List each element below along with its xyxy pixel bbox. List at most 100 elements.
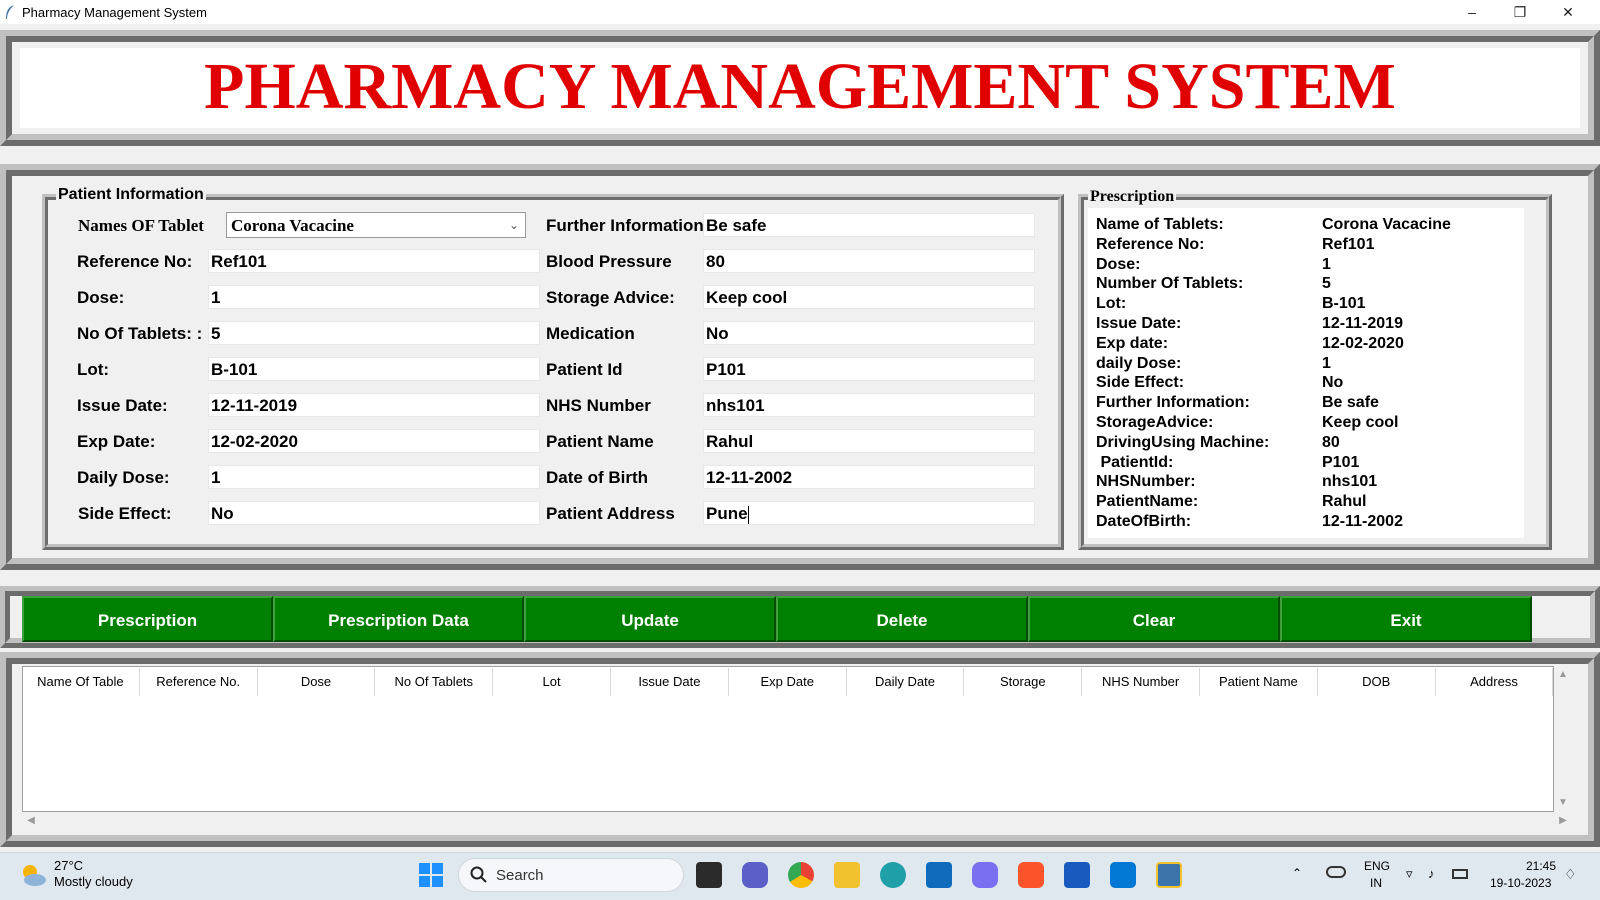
storage-advice-label: Storage Advice: [546,288,675,307]
lot-input[interactable]: B-101 [208,357,540,381]
clear-button[interactable]: Clear [1028,596,1280,642]
horizontal-scrollbar[interactable]: ◀ ▶ [22,812,1572,830]
medication-input[interactable]: No [703,321,1035,345]
exp-date-input[interactable]: 12-02-2020 [208,429,540,453]
scroll-left-icon[interactable]: ◀ [22,812,40,830]
delete-button[interactable]: Delete [776,596,1028,642]
dose-input[interactable]: 1 [208,285,540,309]
chevron-up-icon[interactable]: ⌃ [1292,866,1302,880]
prescription-value: No [1322,374,1344,392]
page-title: PHARMACY MANAGEMENT SYSTEM [204,50,1396,123]
table-column-header[interactable]: Address [1436,668,1554,696]
chevron-down-icon[interactable]: ⌄ [506,216,522,234]
battery-icon[interactable] [1452,869,1468,879]
teams-chat-icon[interactable] [742,862,768,888]
scroll-up-icon[interactable]: ▲ [1554,666,1572,684]
volume-icon[interactable]: ♪ [1428,866,1435,881]
text-cursor [747,505,749,524]
window-title: Pharmacy Management System [22,5,207,20]
windows-start-icon[interactable] [418,862,444,888]
date-of-birth-input[interactable]: 12-11-2002 [703,465,1035,489]
prescription-key: Further Information: [1096,394,1250,412]
region-indicator: IN [1370,876,1382,890]
taskbar-search-box[interactable] [458,858,684,892]
storage-advice-input[interactable]: Keep cool [703,285,1035,309]
table-column-header[interactable]: Storage [964,668,1083,696]
search-placeholder: Search [496,867,544,884]
nhs-number-label: NHS Number [546,396,651,415]
patient-name-input[interactable]: Rahul [703,429,1035,453]
brave-icon[interactable] [1018,862,1044,888]
prescription-value: 12-02-2020 [1322,334,1404,352]
issue-date-input[interactable]: 12-11-2019 [208,393,540,417]
prescription-value: Ref101 [1322,235,1375,253]
copilot-icon[interactable] [972,862,998,888]
side-effect-label: Side Effect: [78,504,172,523]
prescription-key: Lot: [1096,295,1127,313]
no-of-tablets-input[interactable]: 5 [208,321,540,345]
prescription-value: B-101 [1322,295,1366,313]
further-information-input[interactable]: Be safe [703,213,1035,237]
prescription-legend: Prescription [1088,188,1177,206]
prescription-button[interactable]: Prescription [22,596,273,642]
table-column-header[interactable]: Lot [493,668,611,696]
notification-bell-icon[interactable]: ♢ [1564,866,1577,883]
prescription-key: DrivingUsing Machine: [1096,433,1270,451]
prescription-key: PatientId: [1096,453,1174,471]
vscode-icon[interactable] [1110,862,1136,888]
patient-id-input[interactable]: P101 [703,357,1035,381]
onedrive-icon[interactable] [1326,866,1346,878]
minimize-button[interactable]: – [1448,0,1496,24]
patient-address-input[interactable]: Pune [703,501,1035,525]
python-app-icon[interactable] [1156,862,1182,888]
daily-dose-input[interactable]: 1 [208,465,540,489]
prescription-key: Side Effect: [1096,374,1185,392]
table-column-header[interactable]: NHS Number [1082,668,1200,696]
language-indicator[interactable]: ENG [1364,859,1390,873]
issue-date-label: Issue Date: [77,396,168,415]
close-button[interactable]: ✕ [1544,0,1592,24]
prescription-key: Issue Date: [1096,315,1182,332]
mail-icon[interactable] [926,862,952,888]
table-column-header[interactable]: Dose [258,668,376,696]
task-view-icon[interactable] [696,862,722,888]
clock-time[interactable]: 21:45 [1526,859,1556,873]
table-column-header[interactable]: Daily Date [847,668,965,696]
table-column-header[interactable]: Issue Date [611,668,729,696]
side-effect-input[interactable]: No [208,501,540,525]
table-column-header[interactable]: Name Of Table [22,668,140,696]
table-column-header[interactable]: Exp Date [729,668,847,696]
table-column-header[interactable]: No Of Tablets [375,668,494,696]
date-of-birth-label: Date of Birth [546,468,648,487]
chrome-icon[interactable] [788,862,814,888]
clock-date[interactable]: 19-10-2023 [1490,876,1551,890]
dose-label: Dose: [77,288,125,307]
tablet-name-select[interactable]: Corona Vacacine [226,212,526,238]
edge-icon[interactable] [880,862,906,888]
reference-no-label: Reference No: [77,252,193,271]
exp-date-label: Exp Date: [77,432,156,451]
prescription-value: Rahul [1322,493,1367,511]
vertical-scrollbar[interactable]: ▲ ▼ [1554,666,1572,812]
weather-cloudy-icon[interactable] [18,860,48,890]
scroll-down-icon[interactable]: ▼ [1554,794,1572,812]
file-explorer-icon[interactable] [834,862,860,888]
nhs-number-input[interactable]: nhs101 [703,393,1035,417]
exit-button[interactable]: Exit [1280,596,1532,642]
tablet-name-label: Names OF Tablet [78,216,204,235]
prescription-data-button[interactable]: Prescription Data [273,596,524,642]
prescription-value: Corona Vacacine [1322,216,1451,233]
word-icon[interactable] [1064,862,1090,888]
table-column-header[interactable]: Patient Name [1200,668,1318,696]
prescription-key: Dose: [1096,255,1141,273]
table-column-header[interactable]: DOB [1318,668,1436,696]
wifi-icon[interactable]: ▿ [1406,866,1413,882]
restore-button[interactable]: ❐ [1496,0,1544,24]
lot-label: Lot: [77,360,110,379]
reference-no-input[interactable]: Ref101 [208,249,540,273]
patient-address-value: Pune [706,504,748,523]
scroll-right-icon[interactable]: ▶ [1554,812,1572,830]
blood-pressure-input[interactable]: 80 [703,249,1035,273]
update-button[interactable]: Update [524,596,776,642]
table-column-header[interactable]: Reference No. [140,668,258,696]
